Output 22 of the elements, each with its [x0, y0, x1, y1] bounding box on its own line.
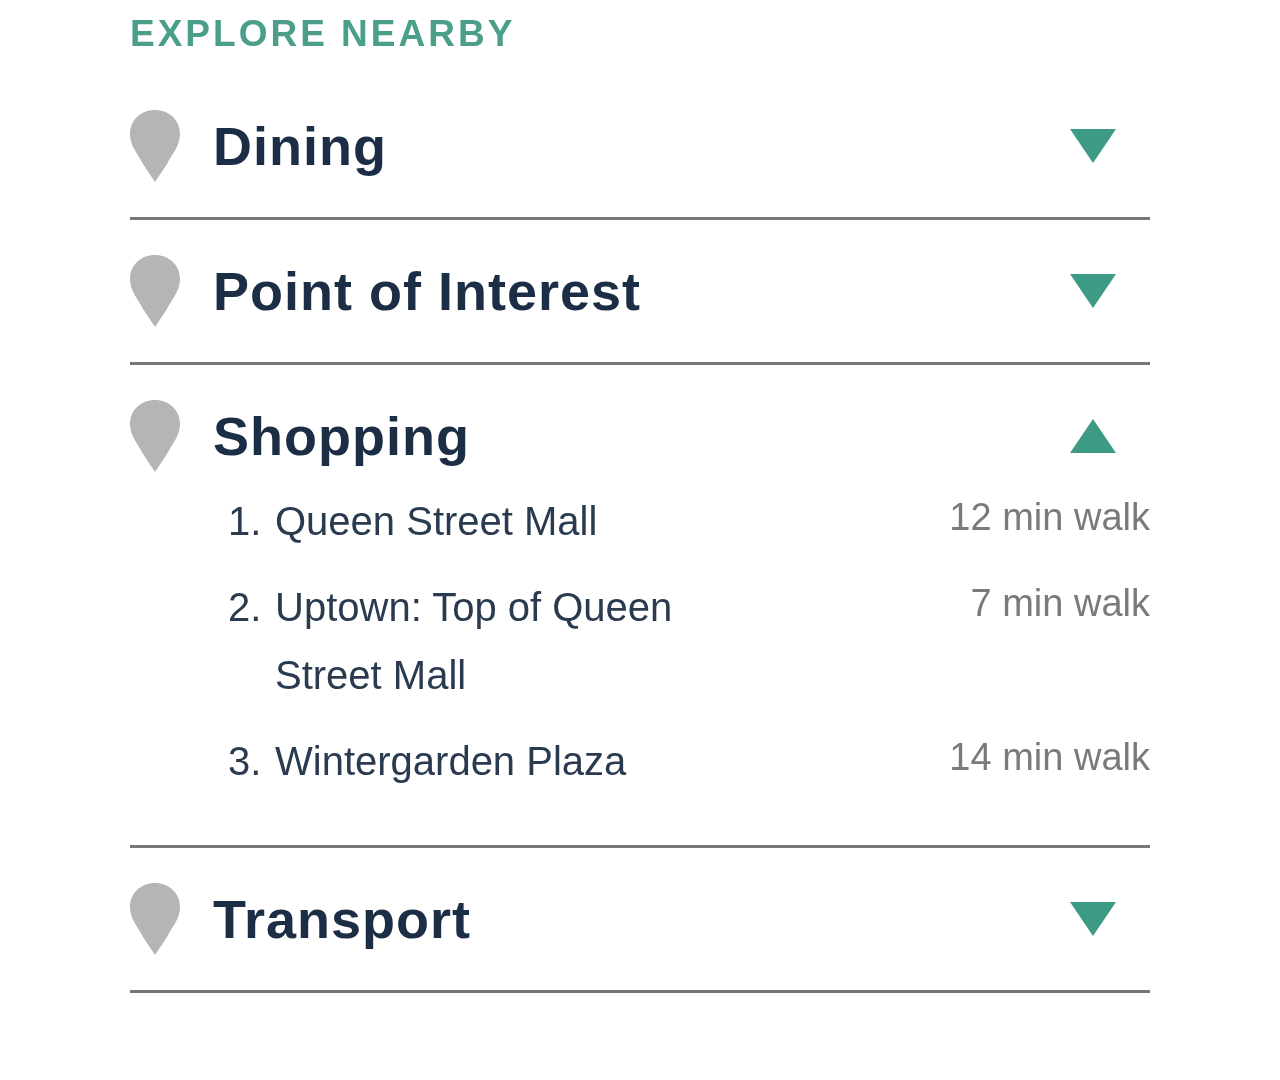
place-name[interactable]: Wintergarden Plaza	[275, 727, 765, 795]
category-title[interactable]: Dining	[213, 115, 387, 177]
walk-time: 12 min walk	[949, 495, 1150, 540]
category-title[interactable]: Transport	[213, 888, 472, 950]
place-name[interactable]: Uptown: Top of Queen Street Mall	[275, 573, 765, 709]
map-pin-icon	[130, 400, 180, 472]
expand-icon[interactable]	[1070, 274, 1116, 308]
category-title[interactable]: Point of Interest	[213, 260, 641, 322]
expand-icon[interactable]	[1070, 902, 1116, 936]
expand-icon[interactable]	[1070, 129, 1116, 163]
item-number: 3.	[228, 738, 263, 785]
collapse-icon[interactable]	[1070, 419, 1116, 453]
walk-time: 7 min walk	[970, 581, 1150, 626]
category-title[interactable]: Shopping	[213, 405, 470, 467]
place-name[interactable]: Queen Street Mall	[275, 487, 765, 555]
item-number: 1.	[228, 498, 263, 545]
section-title: EXPLORE NEARBY	[130, 12, 517, 56]
walk-time: 14 min walk	[949, 735, 1150, 780]
map-pin-icon	[130, 883, 180, 955]
map-pin-icon	[130, 255, 180, 327]
item-number: 2.	[228, 584, 263, 631]
map-pin-icon	[130, 110, 180, 182]
